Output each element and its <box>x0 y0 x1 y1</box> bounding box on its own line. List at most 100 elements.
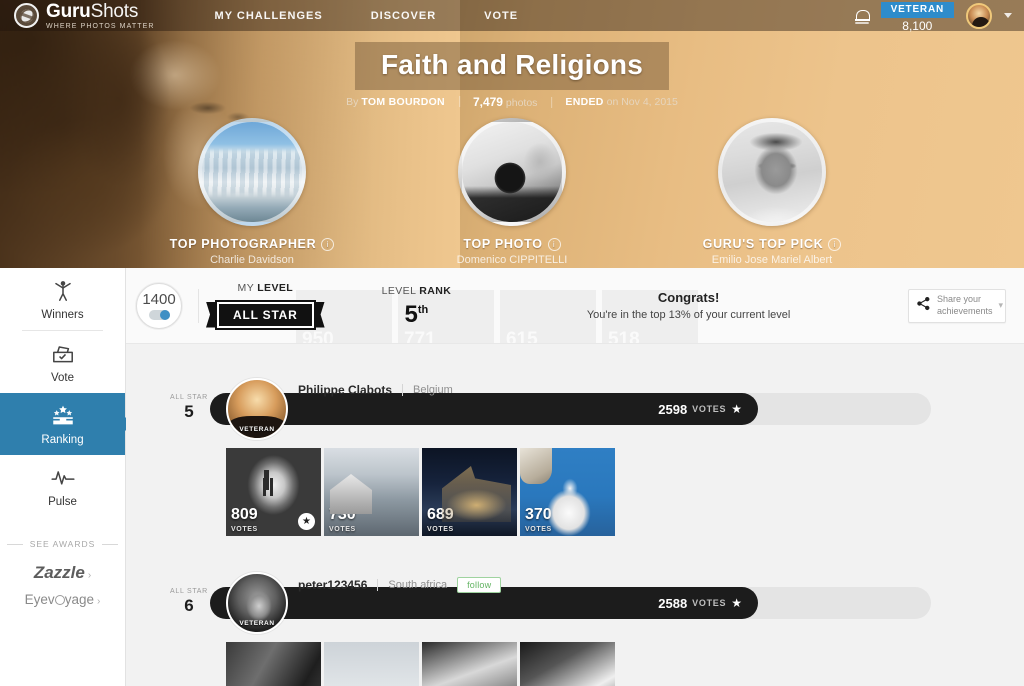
my-level-block: MY LEVEL ALL STAR <box>215 282 316 330</box>
photo-thumbnail[interactable] <box>324 642 419 686</box>
level-rank-block: LEVEL RANK 5th <box>382 285 452 327</box>
winners-row: TOP PHOTOGRAPHER i Charlie Davidson TOP … <box>0 118 1024 266</box>
winner-title: GURU'S TOP PICK i <box>672 237 872 251</box>
chevron-down-icon[interactable] <box>1004 13 1012 18</box>
level-stats-bar: 950 VOTES 771 VOTES 615 VOTES 518 VOTES … <box>126 268 1024 344</box>
info-icon[interactable]: i <box>828 237 842 251</box>
sidebar-item-ranking[interactable]: Ranking <box>0 393 125 455</box>
brand-tagline: WHERE PHOTOS MATTER <box>46 22 155 30</box>
photo-thumbnail[interactable] <box>520 642 615 686</box>
ranking-list: ALL STAR 5 2598 VOTES ★ VETERAN Philippe… <box>126 344 1024 686</box>
divider <box>198 288 199 323</box>
winner-top-photo[interactable]: TOP PHOTO i Domenico CIPPITELLI <box>412 118 612 266</box>
user-name[interactable]: Philippe Clabots <box>298 383 392 397</box>
sidebar-item-vote[interactable]: Vote <box>0 331 125 393</box>
follow-button[interactable]: follow <box>457 577 502 593</box>
avatar[interactable] <box>966 2 992 29</box>
podium-stars-icon <box>50 403 76 429</box>
main-content: 950 VOTES 771 VOTES 615 VOTES 518 VOTES … <box>126 268 1024 686</box>
photo-thumbnail[interactable]: 689 VOTES <box>422 448 517 536</box>
photo-thumbnails: 809 VOTES ★ 730 VOTES 689 VOTES 370 VOTE… <box>226 448 1024 536</box>
winner-top-photographer[interactable]: TOP PHOTOGRAPHER i Charlie Davidson <box>152 118 352 266</box>
photo-thumbnail[interactable] <box>226 642 321 686</box>
photo-thumbnail[interactable]: 809 VOTES ★ <box>226 448 321 536</box>
info-icon[interactable]: i <box>547 237 561 251</box>
user-name[interactable]: peter123456 <box>298 578 367 592</box>
user-country: Belgium <box>413 384 453 396</box>
congrats-subtitle: You're in the top 13% of your current le… <box>586 309 791 321</box>
level-points-circle: 1400 <box>136 282 182 329</box>
left-sidebar: Winners Vote Ranking Pulse SEE AWARDS Za… <box>0 268 126 686</box>
winner-avatar[interactable] <box>198 118 306 226</box>
info-icon[interactable]: i <box>321 237 335 251</box>
photo-votes-label: VOTES <box>525 526 552 533</box>
winner-name: Domenico CIPPITELLI <box>456 254 568 266</box>
challenge-meta: By TOM BOURDON 7,479 photos ENDED on Nov… <box>332 95 692 109</box>
user-info: peter123456 South africa follow <box>298 577 502 593</box>
winner-avatar[interactable] <box>458 118 566 226</box>
nav-item-my-challenges[interactable]: MY CHALLENGES <box>215 10 323 22</box>
sidebar-item-label: Winners <box>41 308 84 321</box>
rank-position: 6 <box>184 596 194 615</box>
table-row: ALL STAR 5 2598 VOTES ★ VETERAN Philippe… <box>126 378 1024 536</box>
winner-gurus-top-pick[interactable]: GURU'S TOP PICK i Emilio Jose Mariel Alb… <box>672 118 872 266</box>
challenge-title-plate: Faith and Religions <box>354 42 670 90</box>
nav-item-vote[interactable]: VOTE <box>484 10 518 22</box>
total-votes-value: 2588 <box>658 595 688 611</box>
user-points: 8,100 <box>902 18 933 33</box>
level-points-value: 1400 <box>142 290 176 308</box>
total-votes-value: 2598 <box>658 401 688 417</box>
winner-name: Emilio Jose Mariel Albert <box>711 254 833 266</box>
top-navigation-bar: GuruShots WHERE PHOTOS MATTER MY CHALLEN… <box>0 0 1024 33</box>
award-link-zazzle[interactable]: Zazzle › <box>0 563 125 583</box>
award-link-eyevoyage[interactable]: Eyev yage › <box>0 592 125 607</box>
ballot-check-icon <box>50 341 76 367</box>
level-rank-label: LEVEL RANK <box>381 284 452 297</box>
votes-label: VOTES <box>692 598 727 608</box>
user-country: South africa <box>388 579 448 591</box>
votes-label: VOTES <box>692 404 727 414</box>
chevron-down-icon[interactable]: ▾ <box>999 300 1004 311</box>
divider <box>6 543 23 545</box>
see-awards-heading: SEE AWARDS <box>0 539 125 549</box>
author-name: TOM BOURDON <box>361 96 445 108</box>
winner-title: TOP PHOTOGRAPHER i <box>152 237 352 251</box>
my-level-label: MY LEVEL <box>237 281 294 294</box>
user-level-badge[interactable]: VETERAN 8,100 <box>880 0 954 33</box>
user-level-label: VETERAN <box>880 1 954 18</box>
nav-links: MY CHALLENGES DISCOVER VOTE <box>215 10 519 22</box>
winner-avatar[interactable] <box>718 118 826 226</box>
photo-votes: 689 <box>427 506 454 523</box>
see-awards-label: SEE AWARDS <box>29 539 96 549</box>
votes-progress-bar: 2598 VOTES ★ <box>210 393 931 425</box>
photo-votes-label: VOTES <box>231 526 258 533</box>
photo-votes-label: VOTES <box>329 526 356 533</box>
sidebar-item-winners[interactable]: Winners <box>0 268 125 330</box>
challenge-hero: Faith and Religions By TOM BOURDON 7,479… <box>0 0 1024 268</box>
photo-thumbnail[interactable]: 730 VOTES <box>324 448 419 536</box>
sidebar-item-label: Vote <box>50 371 75 384</box>
share-label: Share your achievements <box>937 294 993 316</box>
nav-item-discover[interactable]: DISCOVER <box>371 10 436 22</box>
level-name-ribbon: ALL STAR <box>215 299 316 330</box>
circle-o-icon <box>54 595 65 605</box>
toggle-switch-on[interactable] <box>148 309 170 320</box>
photo-thumbnail[interactable] <box>422 642 517 686</box>
sidebar-item-pulse[interactable]: Pulse <box>0 455 125 517</box>
avatar[interactable]: VETERAN <box>226 378 288 440</box>
divider <box>377 579 379 591</box>
camera-aperture-logo-icon <box>14 3 39 28</box>
divider <box>402 384 404 396</box>
brand-name: GuruShots <box>46 0 139 22</box>
star-icon: ★ <box>731 402 742 416</box>
share-achievements-button[interactable]: Share your achievements ▾ <box>908 288 1006 323</box>
brand-logo-group[interactable]: GuruShots WHERE PHOTOS MATTER <box>14 2 155 30</box>
congrats-title: Congrats! <box>657 290 720 305</box>
bell-icon[interactable] <box>854 8 870 24</box>
avatar[interactable]: VETERAN <box>226 572 288 634</box>
rank-column: ALL STAR 6 <box>168 588 210 616</box>
share-icon <box>916 296 931 316</box>
rank-position: 5 <box>184 402 194 421</box>
progress-fill: 2598 VOTES ★ <box>210 393 758 425</box>
photo-thumbnail[interactable]: 370 VOTES <box>520 448 615 536</box>
